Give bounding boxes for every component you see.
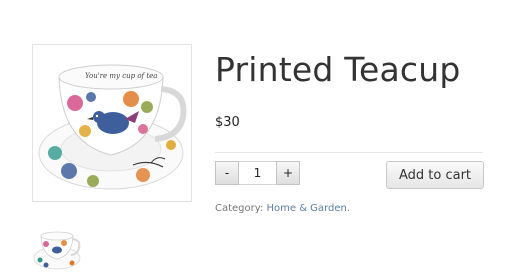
product-meta: Category: Home & Garden. [215,203,350,214]
category-trailing: . [346,203,351,214]
teacup-thumbnail-image [33,231,81,270]
category-label: Category: [215,203,267,214]
product-price: $30 [215,115,240,130]
product-main-image[interactable]: You're my cup of tea [32,44,192,202]
product-thumbnail[interactable] [32,224,82,270]
quantity-input[interactable] [239,161,276,185]
product-title: Printed Teacup [215,50,461,89]
quantity-decrease-button[interactable]: - [215,161,239,185]
cup-inscription: You're my cup of tea [85,72,158,80]
quantity-increase-button[interactable]: + [276,161,300,185]
category-link[interactable]: Home & Garden [267,203,347,214]
add-to-cart-button[interactable]: Add to cart [386,161,484,189]
teacup-image: You're my cup of tea [38,64,187,190]
quantity-stepper: - + [215,161,300,185]
divider [215,152,483,153]
